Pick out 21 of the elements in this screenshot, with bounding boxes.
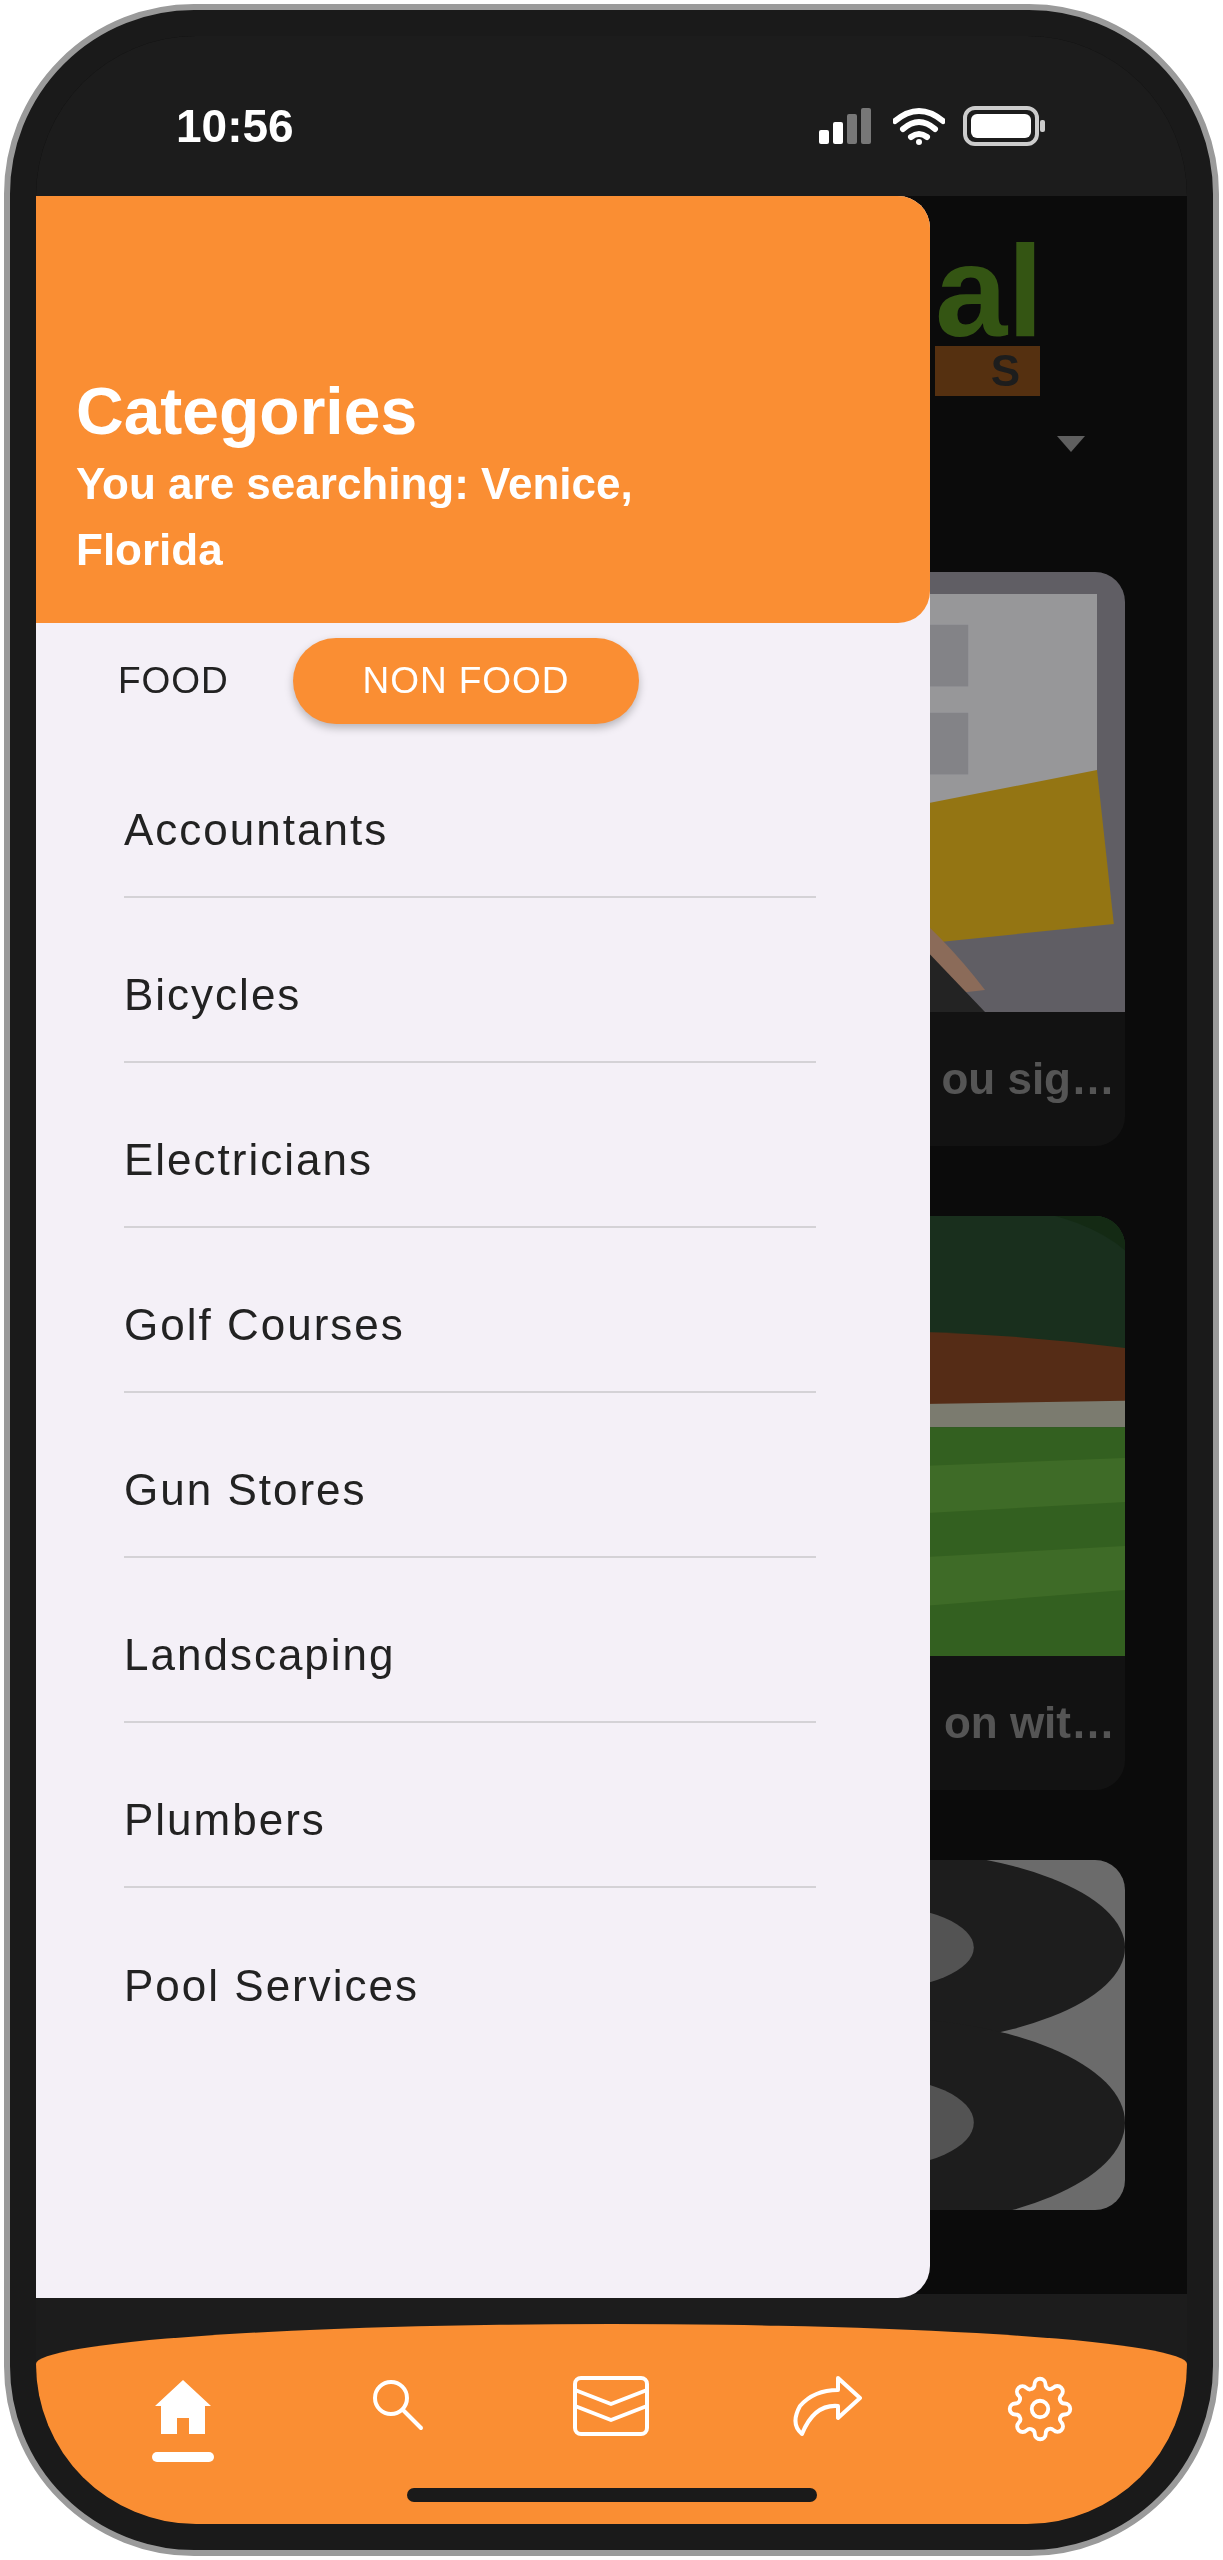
card-title: on wit… [942, 1697, 1116, 1749]
battery-icon [963, 106, 1047, 146]
category-item[interactable]: Landscaping [124, 1558, 816, 1723]
drawer-subtitle: You are searching: Venice, Florida [76, 458, 634, 576]
dropdown-caret-icon [1057, 436, 1085, 452]
mail-icon [573, 2376, 650, 2436]
settings-icon [1006, 2376, 1073, 2442]
wifi-icon [893, 107, 945, 145]
logo-text: al [935, 236, 1044, 346]
card-title: ou sig… [940, 1053, 1116, 1105]
category-tab[interactable]: FOOD [94, 638, 253, 724]
drawer-title: Categories [76, 372, 419, 450]
category-item[interactable]: Electricians [124, 1063, 816, 1228]
category-item[interactable]: Golf Courses [124, 1228, 816, 1393]
logo-tag: S [935, 346, 1040, 396]
category-item[interactable]: Gun Stores [124, 1393, 816, 1558]
category-item[interactable]: Bicycles [124, 898, 816, 1063]
category-item[interactable]: Pool Services [124, 1888, 816, 2053]
category-item[interactable]: Accountants [124, 733, 816, 898]
category-item[interactable]: Plumbers [124, 1723, 816, 1888]
status-time: 10:56 [176, 98, 294, 154]
